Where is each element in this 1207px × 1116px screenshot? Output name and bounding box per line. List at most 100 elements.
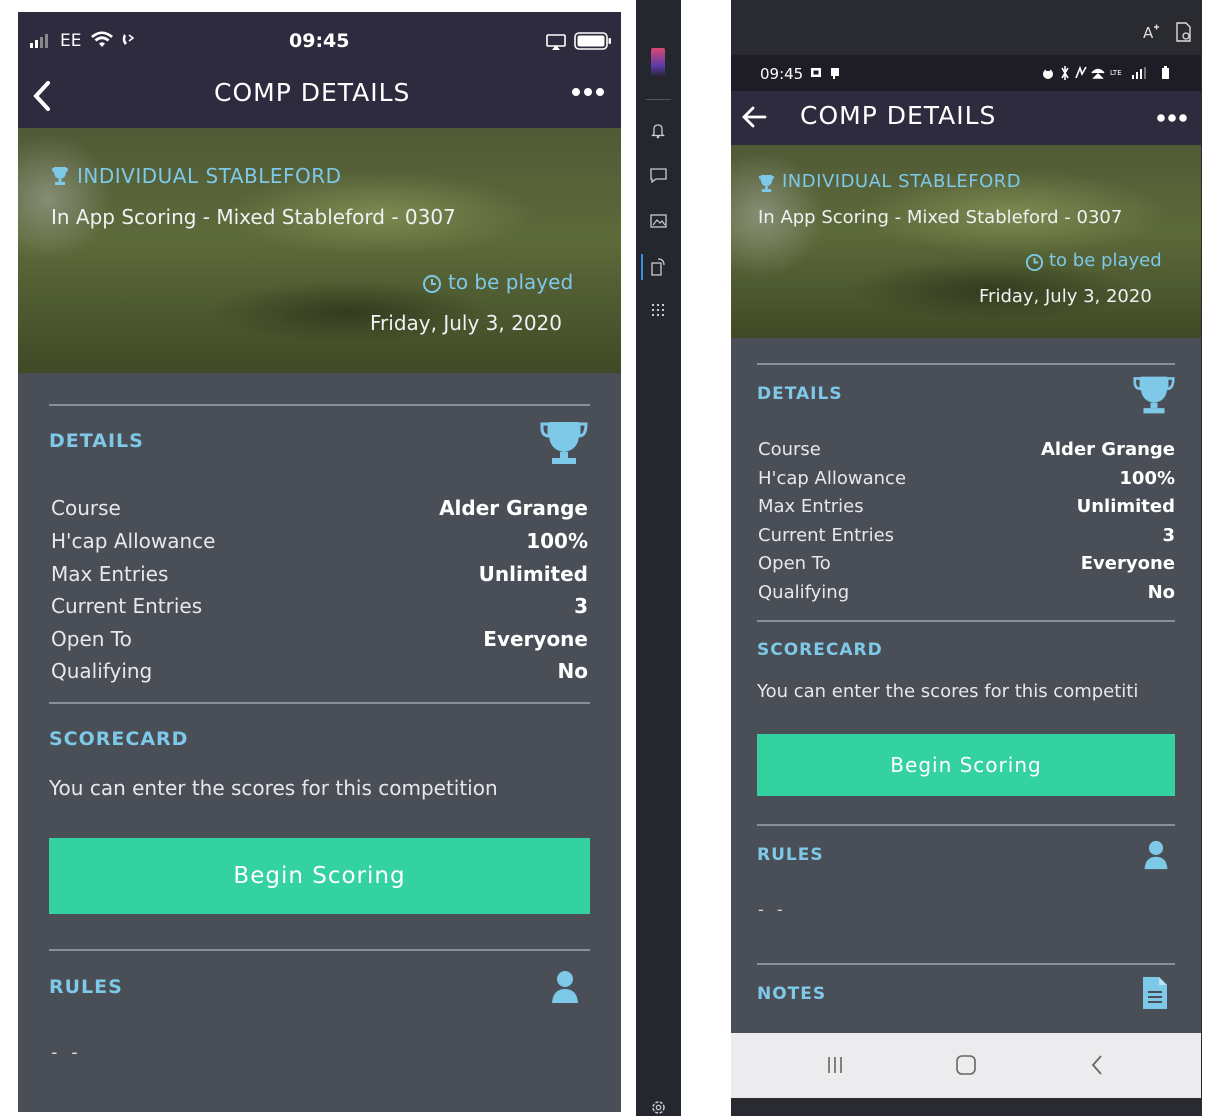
competition-name: In App Scoring - Mixed Stableford - 0307 (51, 205, 456, 229)
detail-label-handicap: H'cap Allowance (51, 529, 216, 553)
detail-label-course: Course (758, 439, 821, 460)
battery-icon (574, 32, 611, 50)
bell-icon[interactable] (651, 123, 665, 139)
competition-type: INDIVIDUAL STABLEFORD (782, 171, 1022, 192)
begin-scoring-button[interactable]: Begin Scoring (757, 734, 1175, 796)
details-heading: DETAILS (49, 430, 144, 452)
emulator-toolbar (636, 0, 681, 1116)
detail-label-qualifying: Qualifying (51, 659, 153, 683)
competition-status: to be played (1049, 250, 1162, 271)
person-icon (1144, 840, 1168, 870)
airplay-icon (546, 34, 566, 50)
status-time: 09:45 (289, 30, 350, 52)
ios-screen: EE 09:45 COMP DETAILS INDIVIDUAL STABLEF… (18, 12, 621, 1112)
home-icon[interactable] (955, 1054, 977, 1076)
notes-heading: NOTES (757, 984, 827, 1004)
detail-value-max-entries: Unlimited (1076, 496, 1175, 517)
competition-type: INDIVIDUAL STABLEFORD (77, 164, 342, 188)
details-divider (757, 363, 1175, 365)
notification-icons (811, 68, 839, 79)
scorecard-heading: SCORECARD (757, 640, 883, 660)
page-title: COMP DETAILS (214, 78, 411, 107)
details-heading: DETAILS (757, 384, 843, 404)
scorecard-description: You can enter the scores for this compet… (757, 681, 1139, 702)
ios-navigation-bar: COMP DETAILS (18, 72, 621, 128)
rotate-icon[interactable] (650, 258, 666, 276)
detail-value-qualifying: No (1147, 582, 1175, 603)
detail-value-max-entries: Unlimited (478, 562, 588, 586)
detail-label-max-entries: Max Entries (758, 496, 864, 517)
detail-value-handicap: 100% (526, 529, 588, 553)
svg-text:LTE: LTE (1110, 69, 1122, 77)
nav-back-icon[interactable] (1090, 1054, 1104, 1076)
back-chevron-icon[interactable] (30, 80, 54, 112)
document-icon (1143, 977, 1167, 1009)
details-divider (49, 404, 590, 406)
settings-icon[interactable] (650, 1099, 667, 1116)
trophy-icon (540, 422, 588, 464)
more-icon[interactable] (1156, 113, 1188, 123)
android-screen: COMP DETAILS INDIVIDUAL STABLEFORD In Ap… (731, 55, 1201, 1033)
notes-divider (757, 963, 1175, 965)
competition-status: to be played (448, 270, 574, 294)
detail-label-current-entries: Current Entries (758, 525, 895, 546)
svg-text:A: A (1143, 24, 1154, 42)
ios-status-bar: EE 09:45 (18, 12, 621, 72)
trophy-icon (1133, 376, 1175, 414)
status-time: 09:45 (760, 65, 804, 83)
scorecard-divider (757, 620, 1175, 622)
trophy-icon (52, 167, 68, 185)
competition-name: In App Scoring - Mixed Stableford - 0307 (758, 207, 1123, 228)
toolbar-separator (646, 99, 671, 100)
scorecard-divider (49, 702, 590, 704)
chat-icon[interactable] (650, 168, 667, 184)
detail-value-current-entries: 3 (574, 594, 588, 618)
font-size-icon[interactable]: A (1142, 22, 1160, 42)
competition-date: Friday, July 3, 2020 (979, 286, 1152, 307)
detail-label-handicap: H'cap Allowance (758, 468, 907, 489)
competition-hero: INDIVIDUAL STABLEFORD In App Scoring - M… (18, 128, 621, 373)
signal-icon (30, 34, 48, 48)
detail-label-max-entries: Max Entries (51, 562, 169, 586)
detail-value-course: Alder Grange (439, 496, 588, 520)
clock-icon (423, 275, 441, 293)
detail-label-open-to: Open To (51, 627, 132, 651)
detail-label-current-entries: Current Entries (51, 594, 203, 618)
rules-heading: RULES (49, 976, 123, 998)
rules-heading: RULES (757, 845, 824, 865)
trophy-icon (758, 175, 775, 192)
scorecard-description: You can enter the scores for this compet… (49, 776, 498, 800)
carrier-label: EE (60, 31, 82, 51)
back-arrow-icon[interactable] (741, 106, 767, 128)
begin-scoring-button[interactable]: Begin Scoring (49, 838, 590, 914)
app-thumbnail[interactable] (651, 48, 665, 78)
android-status-bar: 09:45 LTE (731, 55, 1201, 91)
android-navigation-bar (731, 1033, 1201, 1098)
system-status-icons: LTE (1043, 66, 1169, 80)
android-app-bar: COMP DETAILS (731, 91, 1201, 145)
active-tool-indicator (641, 254, 643, 280)
detail-value-current-entries: 3 (1162, 525, 1175, 546)
rules-divider (49, 949, 590, 951)
detail-value-handicap: 100% (1119, 468, 1175, 489)
detail-value-course: Alder Grange (1040, 439, 1175, 460)
rules-divider (757, 824, 1175, 826)
grid-icon[interactable] (652, 304, 664, 316)
screen-capture-icon[interactable] (1174, 22, 1192, 42)
page-title: COMP DETAILS (800, 101, 997, 130)
detail-value-qualifying: No (557, 659, 588, 683)
detail-label-qualifying: Qualifying (758, 582, 850, 603)
competition-date: Friday, July 3, 2020 (370, 311, 562, 335)
rules-content: - - (51, 1042, 82, 1063)
wifi-icon (91, 31, 113, 47)
competition-hero: INDIVIDUAL STABLEFORD In App Scoring - M… (731, 145, 1201, 338)
recents-icon[interactable] (825, 1055, 845, 1075)
detail-label-open-to: Open To (758, 553, 831, 574)
detail-label-course: Course (51, 496, 121, 520)
rules-content: - - (758, 900, 787, 919)
clock-icon (1025, 253, 1044, 272)
more-icon[interactable] (571, 87, 605, 97)
scorecard-heading: SCORECARD (49, 728, 189, 750)
image-icon[interactable] (650, 214, 667, 228)
detail-value-open-to: Everyone (1080, 553, 1175, 574)
